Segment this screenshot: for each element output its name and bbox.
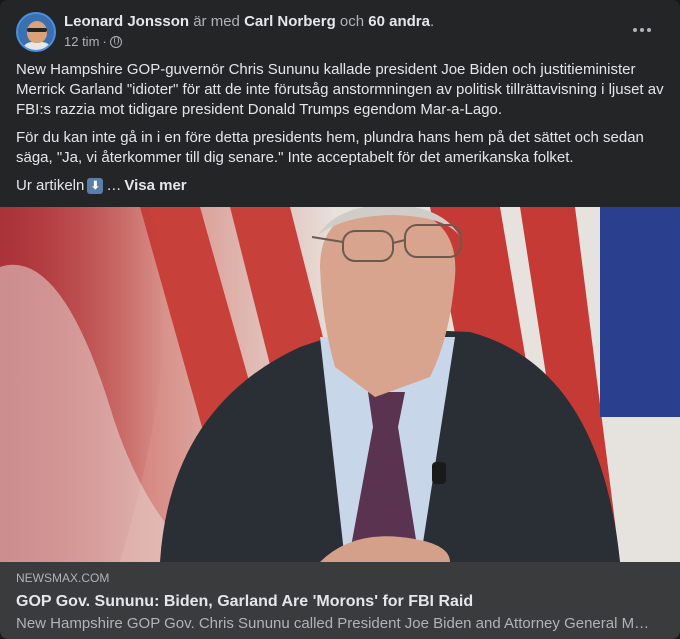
avatar-face (27, 21, 47, 43)
meta-separator: · (102, 34, 107, 49)
link-headline[interactable]: GOP Gov. Sununu: Biden, Garland Are 'Mor… (16, 592, 664, 612)
post-title-line: Leonard Jonsson är med Carl Norberg och … (64, 12, 434, 32)
post-header: Leonard Jonsson är med Carl Norberg och … (16, 12, 664, 54)
lapel-mic (432, 462, 446, 484)
source-prefix: Ur artikeln (16, 177, 85, 194)
dot-icon (640, 28, 644, 32)
post-meta: 12 tim · (64, 34, 122, 50)
post-paragraph-2: För du kan inte gå in i en före detta pr… (16, 129, 644, 166)
feed-post: Leonard Jonsson är med Carl Norberg och … (0, 0, 680, 639)
post-timestamp[interactable]: 12 tim (64, 34, 99, 50)
down-arrow-icon: ⬇ (87, 178, 104, 194)
link-description: New Hampshire GOP Gov. Chris Sununu call… (16, 615, 650, 632)
tagged-person[interactable]: Carl Norberg (244, 13, 336, 30)
and-text: och (335, 13, 369, 30)
dot-icon (647, 28, 651, 32)
avatar-shirt (22, 42, 52, 50)
author-name[interactable]: Leonard Jonsson (64, 13, 189, 30)
link-domain: NEWSMAX.COM (16, 571, 110, 585)
ellipsis: … (106, 177, 122, 194)
post-text: New Hampshire GOP-guvernör Chris Sununu … (16, 60, 664, 196)
link-preview-image[interactable] (0, 207, 680, 562)
see-more-row: Ur artikeln ⬇… Visa mer (16, 176, 664, 196)
dot-icon (633, 28, 637, 32)
avatar-glasses (27, 28, 47, 32)
globe-icon (109, 36, 122, 48)
others-link[interactable]: 60 andra (368, 13, 430, 30)
period: . (429, 13, 435, 30)
post-paragraph-1: New Hampshire GOP-guvernör Chris Sununu … (16, 61, 664, 118)
photo-illustration (0, 207, 680, 562)
link-preview[interactable]: NEWSMAX.COM GOP Gov. Sununu: Biden, Garl… (0, 562, 680, 639)
with-text: är med (189, 13, 245, 30)
see-more-link[interactable]: Visa mer (124, 176, 186, 196)
more-options-button[interactable] (628, 16, 656, 44)
author-avatar[interactable] (16, 12, 56, 52)
